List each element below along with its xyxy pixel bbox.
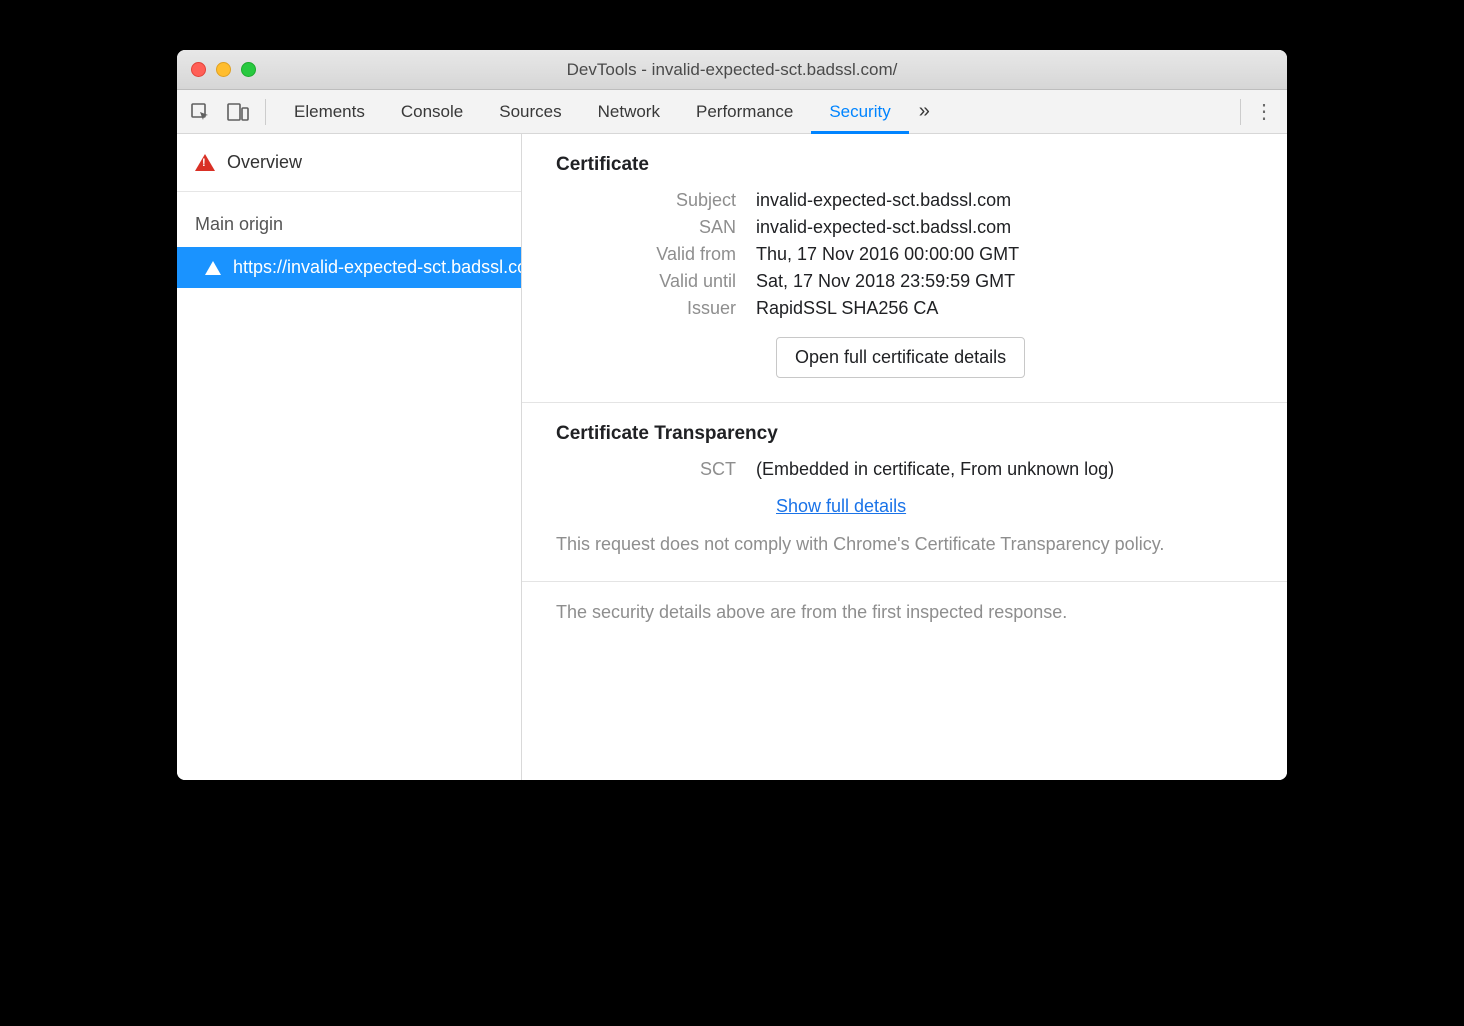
- footer-note: The security details above are from the …: [522, 582, 1287, 643]
- cert-value: Sat, 17 Nov 2018 23:59:59 GMT: [756, 271, 1015, 292]
- certificate-heading: Certificate: [556, 154, 1253, 176]
- tab-sources[interactable]: Sources: [481, 90, 579, 133]
- panel-tabs: Elements Console Sources Network Perform…: [276, 90, 940, 133]
- tab-elements[interactable]: Elements: [276, 90, 383, 133]
- window-title: DevTools - invalid-expected-sct.badssl.c…: [177, 60, 1287, 80]
- cert-row-san: SAN invalid-expected-sct.badssl.com: [556, 217, 1253, 238]
- tab-performance[interactable]: Performance: [678, 90, 811, 133]
- ct-heading: Certificate Transparency: [556, 423, 1253, 445]
- origin-item[interactable]: https://invalid-expected-sct.badssl.com: [177, 247, 521, 288]
- window-controls: [191, 62, 256, 77]
- separator: [1240, 99, 1241, 125]
- security-sidebar: Overview Main origin https://invalid-exp…: [177, 134, 522, 780]
- sct-value: (Embedded in certificate, From unknown l…: [756, 459, 1114, 480]
- zoom-window-button[interactable]: [241, 62, 256, 77]
- open-certificate-button[interactable]: Open full certificate details: [776, 337, 1025, 378]
- cert-row-issuer: Issuer RapidSSL SHA256 CA: [556, 298, 1253, 319]
- cert-row-valid-from: Valid from Thu, 17 Nov 2016 00:00:00 GMT: [556, 244, 1253, 265]
- panel-body: Overview Main origin https://invalid-exp…: [177, 134, 1287, 780]
- cert-label: SAN: [556, 217, 756, 238]
- devtools-toolbar: Elements Console Sources Network Perform…: [177, 90, 1287, 134]
- certificate-section: Certificate Subject invalid-expected-sct…: [522, 134, 1287, 403]
- cert-value: invalid-expected-sct.badssl.com: [756, 217, 1011, 238]
- titlebar: DevTools - invalid-expected-sct.badssl.c…: [177, 50, 1287, 90]
- devtools-window: DevTools - invalid-expected-sct.badssl.c…: [177, 50, 1287, 780]
- sct-label: SCT: [556, 459, 756, 480]
- cert-value: RapidSSL SHA256 CA: [756, 298, 938, 319]
- device-toolbar-icon[interactable]: [221, 95, 255, 129]
- warning-icon: [205, 261, 221, 275]
- cert-row-subject: Subject invalid-expected-sct.badssl.com: [556, 190, 1253, 211]
- tab-security[interactable]: Security: [811, 90, 908, 133]
- cert-label: Valid until: [556, 271, 756, 292]
- show-full-details-link[interactable]: Show full details: [776, 496, 906, 517]
- close-window-button[interactable]: [191, 62, 206, 77]
- tab-console[interactable]: Console: [383, 90, 481, 133]
- main-origin-heading: Main origin: [177, 192, 521, 247]
- origin-url: https://invalid-expected-sct.badssl.com: [233, 257, 521, 278]
- cert-value: Thu, 17 Nov 2016 00:00:00 GMT: [756, 244, 1019, 265]
- ct-section: Certificate Transparency SCT (Embedded i…: [522, 403, 1287, 582]
- inspect-element-icon[interactable]: [183, 95, 217, 129]
- tab-network[interactable]: Network: [580, 90, 678, 133]
- sidebar-overview[interactable]: Overview: [177, 134, 521, 192]
- minimize-window-button[interactable]: [216, 62, 231, 77]
- cert-row-valid-until: Valid until Sat, 17 Nov 2018 23:59:59 GM…: [556, 271, 1253, 292]
- ct-row-sct: SCT (Embedded in certificate, From unkno…: [556, 459, 1253, 480]
- warning-icon: [195, 154, 215, 171]
- overview-label: Overview: [227, 152, 302, 173]
- overflow-tabs-button[interactable]: »: [909, 90, 940, 133]
- cert-value: invalid-expected-sct.badssl.com: [756, 190, 1011, 211]
- more-options-icon[interactable]: ⋮: [1247, 95, 1281, 129]
- ct-compliance-note: This request does not comply with Chrome…: [556, 531, 1253, 557]
- cert-label: Valid from: [556, 244, 756, 265]
- cert-label: Subject: [556, 190, 756, 211]
- cert-label: Issuer: [556, 298, 756, 319]
- security-details: Certificate Subject invalid-expected-sct…: [522, 134, 1287, 780]
- separator: [265, 99, 266, 125]
